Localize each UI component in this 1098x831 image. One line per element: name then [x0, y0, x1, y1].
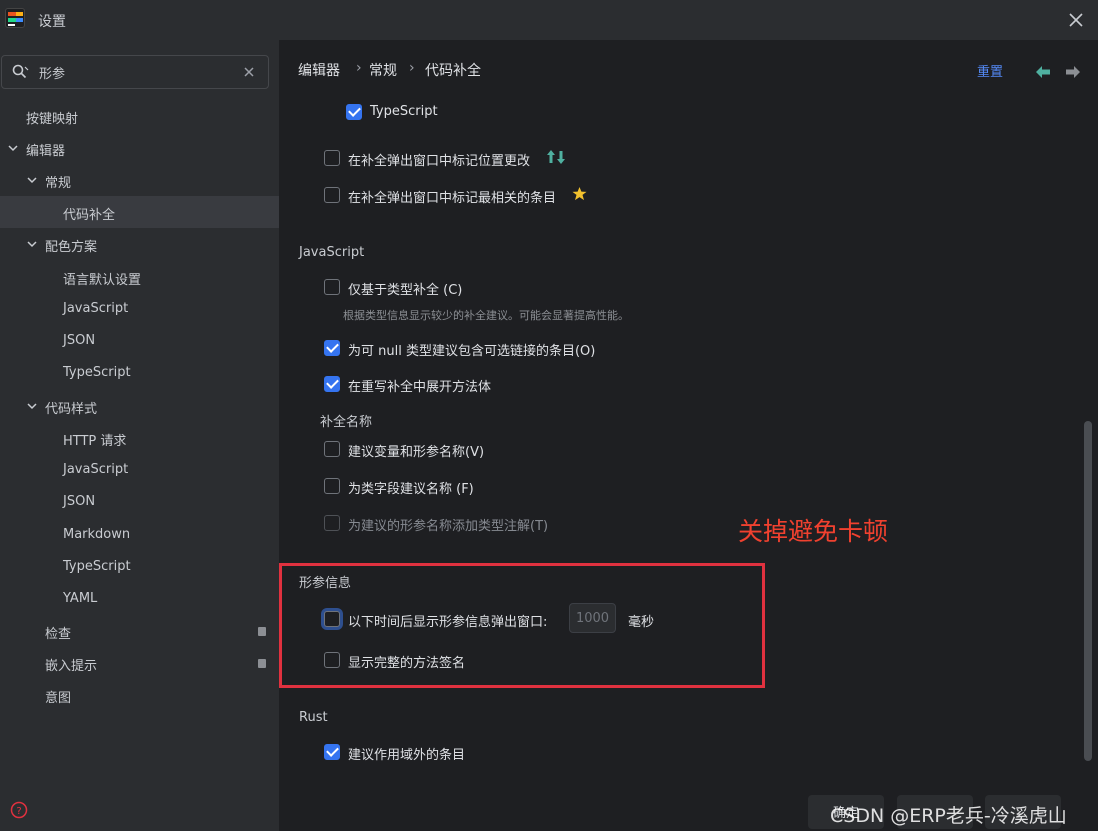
- param-popup-delay-unit: 毫秒: [628, 615, 655, 630]
- mark-position-change-label: 在补全弹出窗口中标记位置更改: [348, 154, 531, 169]
- expand-method-body-checkbox[interactable]: [324, 376, 340, 392]
- rust-out-of-scope-checkbox[interactable]: [324, 744, 340, 760]
- sidebar-item-keymap[interactable]: 按键映射: [0, 100, 279, 132]
- suggest-field-names-label: 为类字段建议名称 (F): [348, 482, 474, 497]
- chevron-down-icon: [27, 241, 37, 248]
- search-input[interactable]: [39, 62, 229, 82]
- sidebar-item-label: 代码样式: [45, 402, 98, 417]
- type-based-only-label: 仅基于类型补全 (C): [348, 283, 463, 298]
- pin-icon: [258, 659, 266, 668]
- add-type-annotations-label: 为建议的形参名称添加类型注解(T): [348, 519, 549, 534]
- search-icon: [12, 64, 29, 79]
- chevron-down-icon: [27, 177, 37, 184]
- sidebar-item-typescript[interactable]: TypeScript: [0, 357, 279, 389]
- sidebar-item-yaml-style[interactable]: YAML: [0, 583, 279, 615]
- show-param-popup-checkbox[interactable]: [324, 611, 340, 627]
- app-logo-icon: [5, 8, 25, 28]
- help-icon[interactable]: ?: [10, 801, 28, 819]
- watermark-credit: CSDN @ERP老兵-冷溪虎山: [830, 805, 1067, 827]
- mark-position-change-checkbox[interactable]: [324, 150, 340, 166]
- forward-arrow-icon[interactable]: [1065, 65, 1081, 79]
- sidebar-item-label: TypeScript: [63, 365, 131, 380]
- sidebar-item-code-completion[interactable]: 代码补全: [0, 196, 279, 228]
- sidebar-item-javascript[interactable]: JavaScript: [0, 293, 279, 325]
- param-info-section-title: 形参信息: [299, 576, 352, 591]
- close-icon: [1069, 13, 1083, 27]
- sidebar-item-label: TypeScript: [63, 559, 131, 574]
- sidebar-item-markdown-style[interactable]: Markdown: [0, 519, 279, 551]
- star-icon: [572, 186, 587, 201]
- sidebar-item-typescript-style[interactable]: TypeScript: [0, 551, 279, 583]
- nullable-chains-checkbox[interactable]: [324, 340, 340, 356]
- breadcrumb-item: 代码补全: [425, 63, 481, 79]
- sidebar-item-label: 意图: [45, 691, 72, 706]
- sidebar-item-code-style[interactable]: 代码样式: [0, 390, 279, 422]
- sidebar-item-label: JavaScript: [63, 301, 129, 316]
- chevron-down-icon: [27, 403, 37, 410]
- completion-names-section-title: 补全名称: [320, 415, 373, 430]
- add-type-annotations-checkbox[interactable]: [324, 515, 340, 531]
- sidebar-item-label: JSON: [63, 333, 96, 348]
- sidebar-item-general[interactable]: 常规: [0, 164, 279, 196]
- sidebar-item-http-request[interactable]: HTTP 请求: [0, 422, 279, 454]
- typescript-label: TypeScript: [370, 104, 438, 119]
- clear-icon[interactable]: [242, 65, 256, 79]
- sidebar-item-inlay-hints[interactable]: 嵌入提示: [0, 647, 279, 679]
- title-bar: 设置: [0, 0, 1098, 40]
- sidebar-item-label: 常规: [45, 176, 72, 191]
- close-button[interactable]: [1062, 6, 1090, 34]
- sidebar-item-label: Markdown: [63, 527, 131, 542]
- show-full-signature-label: 显示完整的方法签名: [348, 656, 466, 671]
- show-param-popup-label: 以下时间后显示形参信息弹出窗口:: [348, 615, 548, 630]
- rust-out-of-scope-label: 建议作用域外的条目: [348, 748, 466, 763]
- window-title: 设置: [38, 14, 66, 30]
- type-based-only-hint: 根据类型信息显示较少的补全建议。可能会显著提高性能。: [343, 309, 629, 322]
- svg-text:?: ?: [16, 806, 21, 817]
- pin-icon: [258, 627, 266, 636]
- suggest-field-names-checkbox[interactable]: [324, 478, 340, 494]
- suggest-var-names-label: 建议变量和形参名称(V): [348, 445, 485, 460]
- sidebar-item-color-scheme[interactable]: 配色方案: [0, 228, 279, 260]
- sidebar-item-label: 语言默认设置: [63, 273, 142, 288]
- breadcrumb-separator: ›: [356, 60, 362, 76]
- sidebar-item-javascript-style[interactable]: JavaScript: [0, 454, 279, 486]
- breadcrumb-item[interactable]: 常规: [369, 60, 397, 80]
- reset-link[interactable]: 重置: [977, 61, 1003, 80]
- sidebar-item-json[interactable]: JSON: [0, 325, 279, 357]
- expand-method-body-label: 在重写补全中展开方法体: [348, 380, 492, 395]
- breadcrumb-separator: ›: [409, 60, 415, 76]
- sidebar-item-label: 代码补全: [63, 208, 116, 223]
- type-based-only-checkbox[interactable]: [324, 279, 340, 295]
- show-full-signature-checkbox[interactable]: [324, 652, 340, 668]
- back-arrow-icon[interactable]: [1035, 65, 1051, 79]
- rust-section-title: Rust: [299, 710, 328, 725]
- sidebar-item-label: 按键映射: [26, 112, 79, 127]
- sidebar-item-label: 检查: [45, 627, 72, 642]
- scrollbar[interactable]: [1084, 421, 1092, 761]
- mark-most-relevant-checkbox[interactable]: [324, 187, 340, 203]
- sidebar-item-label: 编辑器: [26, 144, 66, 159]
- suggest-var-names-checkbox[interactable]: [324, 441, 340, 457]
- sidebar-item-label: JSON: [63, 494, 96, 509]
- nullable-chains-label: 为可 null 类型建议包含可选链接的条目(O): [348, 344, 596, 359]
- sidebar-item-json-style[interactable]: JSON: [0, 486, 279, 518]
- sidebar-item-inspections[interactable]: 检查: [0, 615, 279, 647]
- sidebar-item-intentions[interactable]: 意图: [0, 679, 279, 711]
- sidebar-item-label: HTTP 请求: [63, 434, 127, 449]
- sidebar-item-label: 嵌入提示: [45, 659, 98, 674]
- mark-most-relevant-label: 在补全弹出窗口中标记最相关的条目: [348, 191, 557, 206]
- arrows-icon: [547, 150, 565, 164]
- sidebar-item-label: YAML: [63, 591, 98, 606]
- chevron-down-icon: [8, 145, 18, 152]
- sidebar-item-language-defaults[interactable]: 语言默认设置: [0, 261, 279, 293]
- sidebar-item-label: JavaScript: [63, 462, 129, 477]
- breadcrumb-item[interactable]: 编辑器: [298, 60, 340, 80]
- param-popup-delay-input[interactable]: [569, 603, 616, 633]
- search-box[interactable]: [1, 55, 269, 89]
- typescript-checkbox[interactable]: [346, 104, 362, 120]
- sidebar-item-editor[interactable]: 编辑器: [0, 132, 279, 164]
- annotation-text: 关掉避免卡顿: [738, 517, 889, 546]
- javascript-section-title: JavaScript: [299, 245, 365, 260]
- sidebar-item-label: 配色方案: [45, 240, 98, 255]
